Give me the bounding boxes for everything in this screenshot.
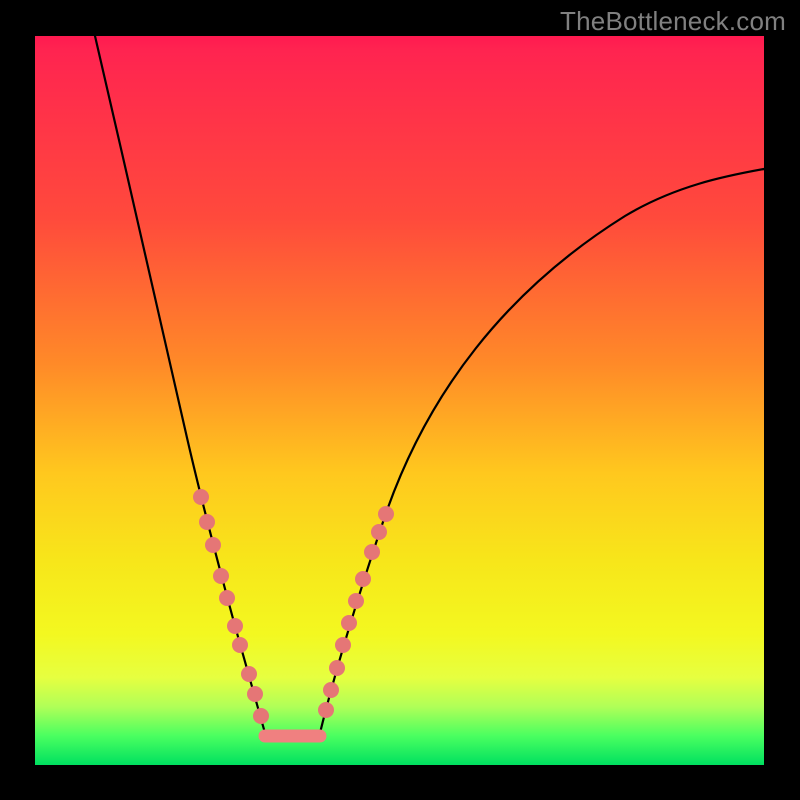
marker-dot [227, 618, 243, 634]
marker-dot [241, 666, 257, 682]
watermark-text: TheBottleneck.com [560, 6, 786, 37]
marker-dot [247, 686, 263, 702]
marker-dot [329, 660, 345, 676]
chart-svg [35, 36, 764, 765]
left-curve-markers [193, 489, 269, 724]
marker-dot [348, 593, 364, 609]
marker-dot [378, 506, 394, 522]
marker-dot [193, 489, 209, 505]
plot-area [35, 36, 764, 765]
marker-dot [364, 544, 380, 560]
marker-dot [253, 708, 269, 724]
marker-dot [341, 615, 357, 631]
right-bottleneck-curve [320, 169, 764, 733]
marker-dot [371, 524, 387, 540]
marker-dot [205, 537, 221, 553]
marker-dot [323, 682, 339, 698]
right-curve-markers [318, 506, 394, 718]
marker-dot [232, 637, 248, 653]
marker-dot [355, 571, 371, 587]
marker-dot [199, 514, 215, 530]
marker-dot [318, 702, 334, 718]
chart-frame: TheBottleneck.com [0, 0, 800, 800]
marker-dot [213, 568, 229, 584]
marker-dot [219, 590, 235, 606]
marker-dot [335, 637, 351, 653]
